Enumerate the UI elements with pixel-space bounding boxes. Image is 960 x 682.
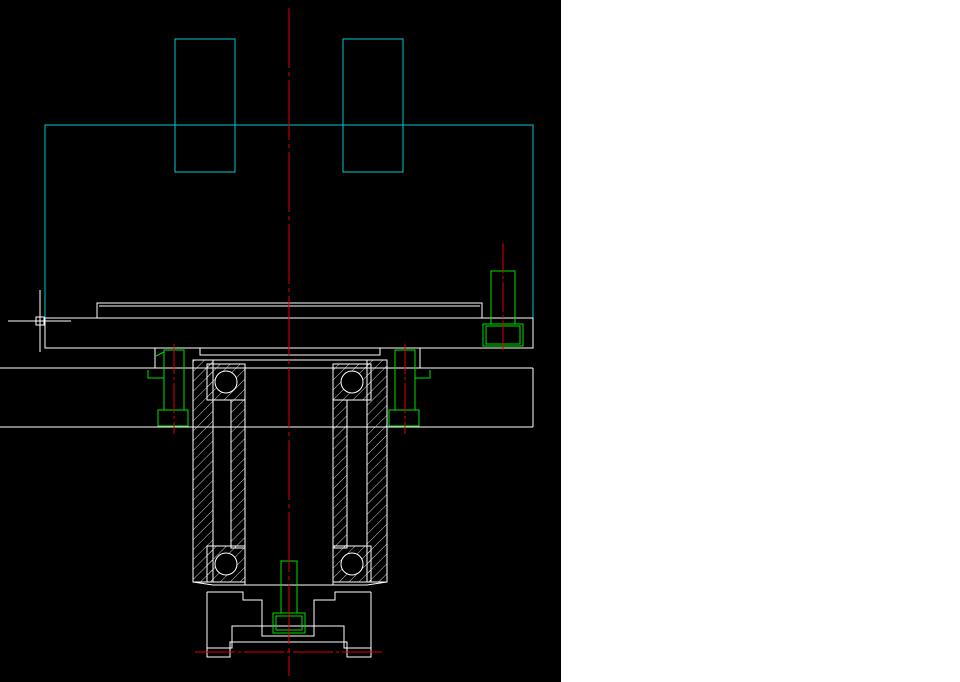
cad-drawing-viewport[interactable] <box>0 0 561 682</box>
bearing-upper-right <box>332 363 372 401</box>
bearing-lower-left <box>206 545 246 583</box>
bearing-upper-left <box>206 363 246 401</box>
flange-top <box>155 347 420 356</box>
right-lug <box>342 38 404 173</box>
sleeve-right <box>332 399 348 549</box>
screen <box>0 0 960 682</box>
blank-panel <box>561 0 960 682</box>
cad-drawing <box>0 8 534 676</box>
bracket-left <box>206 591 263 649</box>
bracket-right <box>313 591 372 649</box>
sleeve-left <box>230 399 246 549</box>
bolt-left-flange <box>147 349 189 427</box>
bolt-right-flange <box>388 349 431 427</box>
bracket-center <box>261 625 315 637</box>
bearing-lower-right <box>332 545 372 583</box>
left-lug <box>174 38 236 173</box>
crosshair-pickbox-icon <box>8 290 71 352</box>
base-plate <box>0 302 534 428</box>
